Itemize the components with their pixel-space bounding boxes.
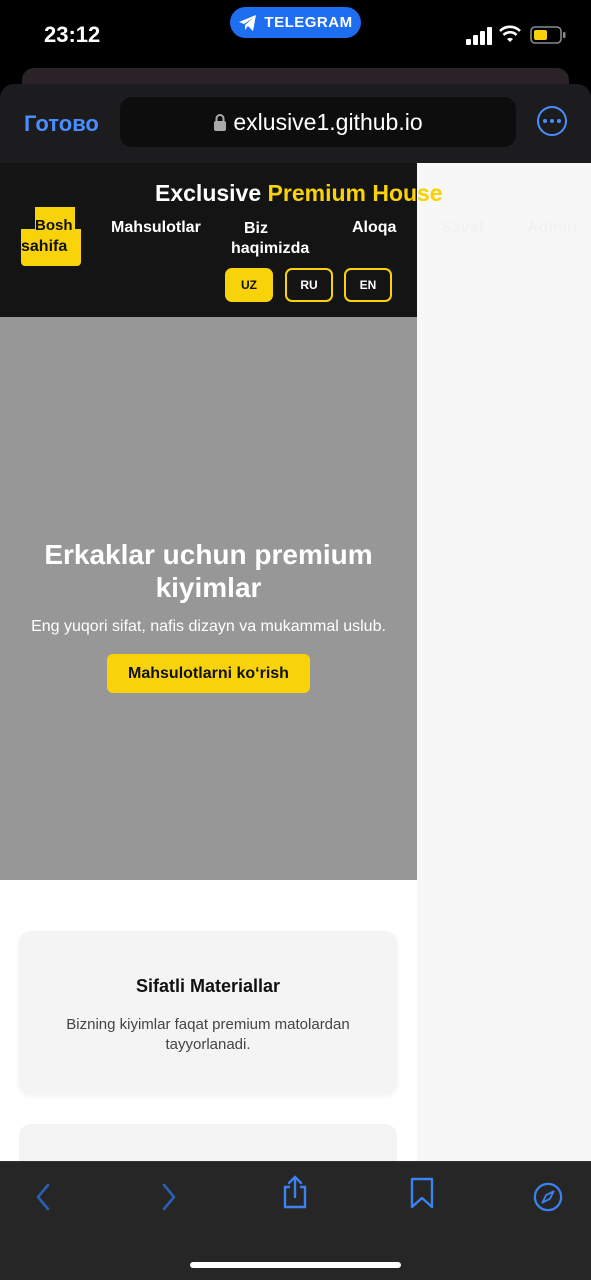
hero-section: Erkaklar uchun premium kiyimlar Eng yuqo… <box>0 317 417 880</box>
address-bar[interactable]: exlusive1.github.io <box>120 97 516 147</box>
bookmarks-button[interactable] <box>407 1177 437 1209</box>
nav-item-about[interactable]: Biz haqimizda <box>231 219 321 259</box>
home-indicator[interactable] <box>190 1262 401 1268</box>
chevron-right-icon <box>162 1183 176 1211</box>
in-app-browser-sheet: Готово exlusive1.github.io Exclusive Pre… <box>0 84 591 1280</box>
brand-overflow: se <box>417 180 443 206</box>
status-bar: 23:12 TELEGRAM <box>0 0 591 68</box>
lock-icon <box>214 114 227 131</box>
feature-card: Sifatli Materiallar Bizning kiyimlar faq… <box>19 931 397 1094</box>
done-button[interactable]: Готово <box>24 111 99 137</box>
open-in-safari-button[interactable] <box>533 1182 563 1212</box>
nav-item-admin[interactable]: Admin <box>527 219 577 237</box>
lang-ru-button[interactable]: RU <box>285 268 333 302</box>
view-products-button[interactable]: Mahsulotlarni ko‘rish <box>107 654 310 693</box>
more-options-button[interactable] <box>537 106 567 136</box>
nav-about-line1: Biz <box>244 220 268 237</box>
back-button[interactable] <box>28 1182 58 1212</box>
site-logo[interactable]: Exclusive Premium House <box>155 180 443 207</box>
nav-item-cart[interactable]: Savat <box>441 219 484 237</box>
page-url: exlusive1.github.io <box>233 108 423 135</box>
share-icon <box>283 1175 307 1209</box>
feature-card <box>19 1124 397 1161</box>
nav-item-home[interactable]: Bosh sahifa <box>21 207 81 266</box>
feature-text: Bizning kiyimlar faqat premium matolarda… <box>66 1016 350 1053</box>
bookmark-icon <box>410 1177 434 1209</box>
lang-en-button[interactable]: EN <box>344 268 392 302</box>
dot-icon <box>543 119 547 123</box>
lang-uz-button[interactable]: UZ <box>225 268 273 302</box>
nav-item-contact[interactable]: Aloqa <box>352 219 396 237</box>
wifi-icon <box>499 25 521 42</box>
feature-title: Sifatli Materiallar <box>135 976 281 996</box>
nav-about-line2: haqimizda <box>231 240 310 257</box>
brand-part-white: Exclusive <box>155 180 262 206</box>
dot-icon <box>557 119 561 123</box>
forward-button[interactable] <box>154 1182 184 1212</box>
battery-icon <box>530 26 566 44</box>
dot-icon <box>550 119 554 123</box>
compass-icon <box>533 1182 563 1212</box>
nav-home-label-line2: sahifa <box>21 238 68 255</box>
hero-subtitle: Eng yuqori sifat, nafis dizayn va mukamm… <box>31 618 386 635</box>
nav-item-products[interactable]: Mahsulotlar <box>111 219 201 237</box>
website-page: Exclusive Premium House Bosh sahifa Mahs… <box>0 163 443 1161</box>
hero-title: Erkaklar uchun premium kiyimlar <box>44 539 373 603</box>
telegram-label: TELEGRAM <box>264 14 353 31</box>
telegram-return-pill[interactable]: TELEGRAM <box>230 7 361 38</box>
nav-home-label-line1: Bosh <box>35 217 73 234</box>
telegram-icon <box>239 14 257 31</box>
share-button[interactable] <box>280 1175 310 1209</box>
cellular-signal-icon <box>466 27 492 45</box>
chevron-left-icon <box>36 1183 50 1211</box>
site-header: Exclusive Premium House Bosh sahifa Mahs… <box>0 163 443 317</box>
web-viewport[interactable]: Exclusive Premium House Bosh sahifa Mahs… <box>0 163 591 1161</box>
status-time: 23:12 <box>44 22 101 47</box>
